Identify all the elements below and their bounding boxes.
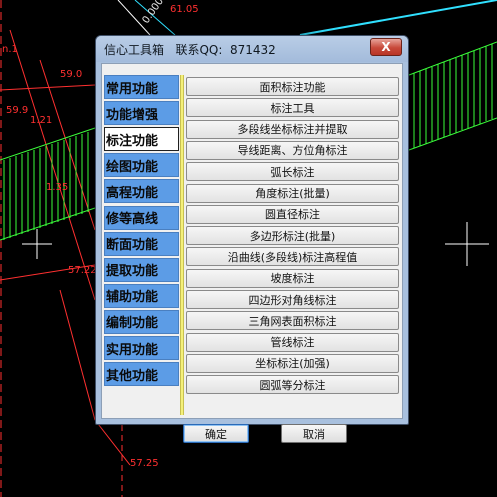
category-button[interactable]: 断面功能 <box>104 231 179 256</box>
function-button[interactable]: 圆直径标注 <box>186 204 399 224</box>
function-button[interactable]: 管线标注 <box>186 332 399 352</box>
cad-diag-label: 0.00000 <box>141 0 174 26</box>
category-button[interactable]: 辅助功能 <box>104 283 179 308</box>
dialog-client-area: 常用功能 功能增强 标注功能 绘图功能 高程功能 修等高线 断面功能 提取功能 辅助功能 编制功能… <box>101 63 403 443</box>
dialog-titlebar[interactable]: 信心工具箱 联系QQ: 871432 X <box>96 36 408 62</box>
cad-elevation-label: 59.0 <box>60 69 82 80</box>
cad-red-line <box>0 84 96 91</box>
category-divider <box>180 75 184 415</box>
cad-red-line <box>94 419 131 466</box>
cad-cyan-line <box>299 0 497 36</box>
close-icon: X <box>381 40 391 54</box>
cad-elevation-label: 61.05 <box>170 4 199 15</box>
category-button[interactable]: 修等高线 <box>104 205 179 230</box>
function-button[interactable]: 四边形对角线标注 <box>186 290 399 309</box>
cad-elevation-label: 1.35 <box>46 182 68 193</box>
category-button[interactable]: 常用功能 <box>104 75 179 99</box>
category-button[interactable]: 标注功能 <box>104 127 179 152</box>
cad-elevation-label: n.1 <box>2 44 18 55</box>
cad-hatch-band-right <box>408 41 497 151</box>
category-button[interactable]: 其他功能 <box>104 362 179 387</box>
toolbox-dialog: 信心工具箱 联系QQ: 871432 X 常用功能 功能增强 标注功能 绘图功能 高程功… <box>95 35 409 443</box>
function-button[interactable]: 角度标注(批量) <box>186 183 399 203</box>
cad-elevation-label: 57.22 <box>68 265 97 276</box>
function-button[interactable]: 弧长标注 <box>186 162 399 182</box>
cad-elevation-label: 1.21 <box>30 115 52 126</box>
category-button[interactable]: 高程功能 <box>104 179 179 204</box>
dialog-title: 信心工具箱 联系QQ: 871432 <box>104 43 276 57</box>
function-button[interactable]: 面积标注功能 <box>186 77 399 96</box>
function-button[interactable]: 坡度标注 <box>186 268 399 288</box>
crosshair-icon <box>22 229 52 259</box>
function-button[interactable]: 三角网表面积标注 <box>186 311 399 331</box>
ok-button[interactable]: 确定 <box>183 424 249 443</box>
category-button[interactable]: 功能增强 <box>104 101 179 126</box>
category-button[interactable]: 实用功能 <box>104 336 179 360</box>
function-button[interactable]: 多边形标注(批量) <box>186 226 399 246</box>
category-button[interactable]: 编制功能 <box>104 309 179 334</box>
category-button[interactable]: 绘图功能 <box>104 153 179 178</box>
close-button[interactable]: X <box>370 38 402 56</box>
function-button[interactable]: 坐标标注(加强) <box>186 353 399 373</box>
cad-elevation-label: 57.25 <box>130 458 159 469</box>
function-button[interactable]: 多段线坐标标注并提取 <box>186 119 399 139</box>
crosshair-icon <box>445 222 489 266</box>
category-button[interactable]: 提取功能 <box>104 257 179 282</box>
cad-red-line <box>59 289 96 421</box>
function-button[interactable]: 导线距离、方位角标注 <box>186 140 399 160</box>
function-button[interactable]: 沿曲线(多段线)标注高程值 <box>186 247 399 267</box>
cancel-button[interactable]: 取消 <box>281 424 347 443</box>
function-button[interactable]: 标注工具 <box>186 98 399 118</box>
function-button[interactable]: 圆弧等分标注 <box>186 375 399 395</box>
cad-elevation-label: 59.9 <box>6 105 28 116</box>
